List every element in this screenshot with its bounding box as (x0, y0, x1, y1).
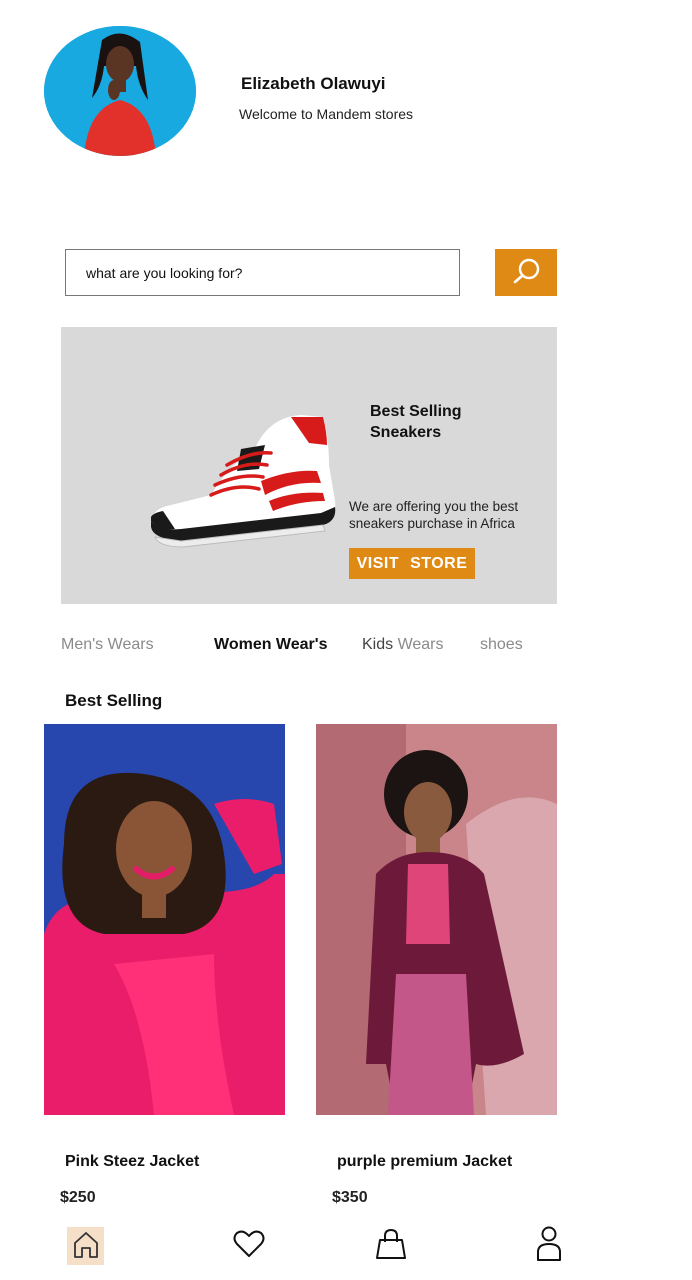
product-image-purple-jacket[interactable] (316, 724, 557, 1115)
visit-store-button[interactable]: VISIT STORE (349, 548, 475, 579)
sneaker-image (141, 409, 341, 559)
search-icon (508, 256, 544, 289)
tab-mens-wears[interactable]: Men's Wears (61, 636, 154, 654)
tab-shoes[interactable]: shoes (480, 636, 523, 654)
nav-cart[interactable] (372, 1227, 410, 1265)
nav-wishlist[interactable] (230, 1227, 268, 1265)
product-name[interactable]: purple premium Jacket (337, 1153, 512, 1171)
heart-icon (233, 1230, 265, 1263)
search-button[interactable] (495, 249, 557, 296)
user-name: Elizabeth Olawuyi (241, 74, 386, 93)
welcome-message: Welcome to Mandem stores (239, 106, 414, 122)
promo-banner: Best Selling Sneakers We are offering yo… (61, 327, 557, 604)
nav-home[interactable] (67, 1227, 104, 1265)
home-icon (71, 1229, 101, 1264)
banner-description: We are offering you the best sneakers pu… (349, 499, 519, 531)
avatar[interactable] (44, 26, 196, 156)
tab-kids-wears-label-secondary: Wears (393, 636, 444, 653)
banner-title: Best Selling Sneakers (370, 403, 462, 441)
shopping-bag-icon (374, 1228, 408, 1265)
product-price: $250 (60, 1189, 96, 1206)
tab-kids-wears-label-primary: Kids (362, 636, 394, 653)
product-price: $350 (332, 1189, 368, 1206)
section-title-best-selling: Best Selling (65, 691, 163, 710)
nav-profile[interactable] (530, 1226, 568, 1267)
product-image-pink-jacket[interactable] (44, 724, 285, 1115)
product-name[interactable]: Pink Steez Jacket (65, 1153, 199, 1171)
tab-womens-wears[interactable]: Women Wear's (214, 636, 327, 654)
user-icon (535, 1226, 563, 1267)
search-input[interactable] (65, 249, 460, 296)
tab-kids-wears[interactable]: Kids Wears (362, 636, 444, 654)
